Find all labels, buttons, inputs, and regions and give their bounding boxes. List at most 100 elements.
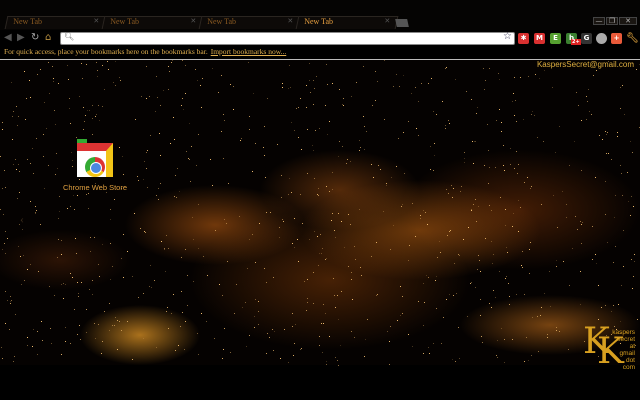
tab[interactable]: New Tab ✕	[4, 16, 108, 29]
forward-icon[interactable]: ▶	[17, 32, 25, 43]
star	[110, 242, 112, 244]
star	[91, 280, 93, 282]
star	[573, 140, 575, 142]
star	[448, 230, 450, 232]
google-plus-icon[interactable]: +	[611, 33, 622, 44]
star	[12, 163, 14, 165]
star	[196, 164, 198, 166]
star	[211, 68, 213, 70]
star	[489, 204, 491, 206]
extension-gray-icon[interactable]	[596, 33, 607, 44]
star	[582, 222, 584, 224]
star	[356, 82, 358, 84]
star	[488, 149, 490, 151]
star	[77, 281, 79, 283]
star	[43, 133, 45, 135]
star	[11, 139, 13, 141]
star	[524, 361, 526, 363]
signed-in-user[interactable]: KaspersSecret@gmail.com	[537, 60, 634, 69]
close-tab-icon[interactable]: ✕	[93, 17, 99, 25]
star	[200, 85, 202, 87]
tab[interactable]: New Tab ✕	[198, 16, 302, 29]
star	[92, 104, 94, 106]
star	[4, 322, 6, 324]
star	[92, 294, 94, 296]
star	[42, 155, 44, 157]
gmail-icon[interactable]: M	[534, 33, 545, 44]
star	[291, 191, 293, 193]
minimize-button[interactable]: —	[593, 17, 605, 25]
star	[494, 167, 496, 169]
star	[531, 111, 533, 113]
star	[604, 214, 606, 216]
star	[486, 123, 488, 125]
star	[120, 329, 122, 331]
star	[552, 194, 554, 196]
star	[89, 236, 91, 238]
star	[442, 100, 444, 102]
star	[389, 340, 391, 342]
close-tab-icon[interactable]: ✕	[384, 17, 390, 25]
star	[325, 104, 327, 106]
star	[210, 159, 212, 161]
star	[511, 226, 513, 228]
star	[630, 195, 632, 197]
home-icon[interactable]: ⌂	[45, 32, 51, 43]
star	[97, 264, 99, 266]
extension-green-badge-icon[interactable]: b 2+	[566, 33, 581, 45]
import-bookmarks-link[interactable]: Import bookmarks now...	[211, 47, 287, 56]
prev-page-arrow[interactable]: ‹	[20, 212, 24, 227]
restore-button[interactable]: ❐	[606, 17, 618, 25]
star	[50, 342, 52, 344]
star	[32, 346, 34, 348]
tab[interactable]: New Tab ✕	[101, 16, 205, 29]
star	[15, 168, 17, 170]
star	[245, 302, 247, 304]
star	[230, 83, 232, 85]
star	[550, 306, 552, 308]
reload-icon[interactable]: ↻	[31, 32, 39, 43]
back-icon[interactable]: ◀	[4, 32, 12, 43]
star	[254, 262, 256, 264]
star	[43, 187, 45, 189]
star	[8, 329, 10, 331]
extension-red-icon[interactable]: ✱	[518, 33, 529, 44]
star	[351, 299, 353, 301]
star	[370, 255, 372, 257]
app-chrome-web-store[interactable]: Chrome Web Store	[60, 135, 130, 192]
star	[528, 272, 530, 274]
star	[248, 129, 250, 131]
close-tab-icon[interactable]: ✕	[190, 17, 196, 25]
star	[27, 268, 29, 270]
star	[313, 231, 315, 233]
star	[165, 270, 167, 272]
star	[185, 92, 187, 94]
star	[326, 361, 327, 363]
omnibox[interactable]: 🔍︎ ☆	[60, 31, 515, 45]
star	[264, 155, 266, 157]
star	[4, 252, 6, 254]
star	[490, 306, 492, 308]
star	[258, 300, 260, 302]
evernote-icon[interactable]: E	[550, 33, 561, 44]
star	[567, 349, 569, 351]
tab-active[interactable]: New Tab ✕	[295, 16, 399, 29]
bookmark-star-icon[interactable]: ☆	[503, 31, 512, 42]
star	[332, 189, 334, 191]
star	[312, 145, 314, 147]
star	[362, 66, 364, 68]
star	[144, 161, 146, 163]
star	[390, 177, 392, 179]
close-window-button[interactable]: ✕	[619, 17, 637, 25]
close-tab-icon[interactable]: ✕	[287, 17, 293, 25]
star	[328, 335, 330, 337]
star	[68, 108, 70, 110]
star	[294, 217, 296, 219]
star	[537, 350, 539, 352]
star	[35, 205, 37, 207]
wrench-icon[interactable]: 🔧︎	[626, 33, 639, 44]
google-icon[interactable]: G	[581, 33, 592, 44]
star	[601, 139, 603, 141]
new-tab-button[interactable]	[395, 19, 409, 27]
star	[398, 137, 400, 139]
